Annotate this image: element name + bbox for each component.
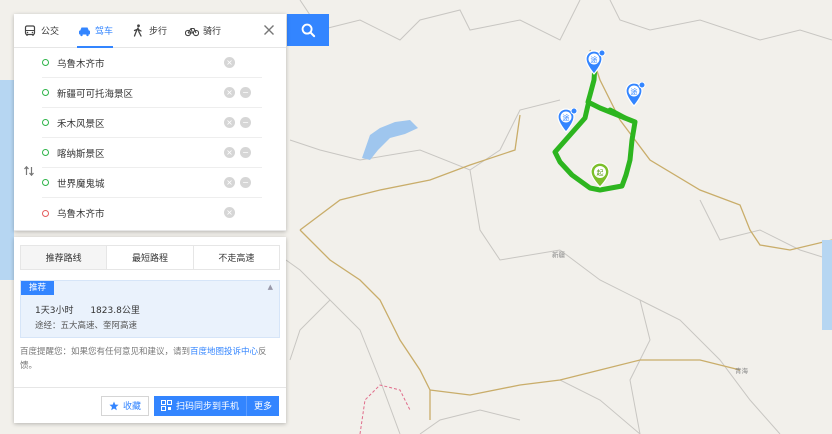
close-button[interactable] xyxy=(262,23,276,37)
via-dot-icon xyxy=(42,119,49,126)
via-dot-icon xyxy=(42,89,49,96)
route-duration: 1天3小时 xyxy=(35,306,74,316)
clear-via-3-button[interactable]: × xyxy=(224,147,235,158)
via-input-2[interactable] xyxy=(57,117,217,128)
tab-shortest[interactable]: 最短路程 xyxy=(107,246,194,269)
close-icon xyxy=(264,25,274,35)
waypoint-via-1: × − xyxy=(42,78,262,108)
map-label-xinjiang: 新疆 xyxy=(552,251,565,259)
route-via-roads: 途经：五大高速、奎阿高速 xyxy=(35,321,138,331)
favorite-label: 收藏 xyxy=(122,402,141,412)
mode-bus[interactable]: 公交 xyxy=(14,14,68,48)
mode-car-label: 驾车 xyxy=(95,27,114,37)
sync-label: 扫码同步到手机 xyxy=(175,402,239,412)
clear-via-2-button[interactable]: × xyxy=(224,117,235,128)
route-summary: 1天3小时 1823.8公里 xyxy=(35,303,154,316)
more-button[interactable]: 更多 xyxy=(245,395,279,416)
swap-icon xyxy=(24,165,34,177)
star-icon xyxy=(109,401,119,410)
route-results-panel: 推荐路线 最短路程 不走高速 推荐 ▲ 1天3小时 1823.8公里 途经：五大… xyxy=(14,237,286,423)
route-distance: 1823.8公里 xyxy=(90,306,140,316)
remove-via-2-button[interactable]: − xyxy=(240,117,251,128)
sync-to-phone-button[interactable]: 扫码同步到手机 xyxy=(153,395,246,416)
route-option-tabs: 推荐路线 最短路程 不走高速 xyxy=(20,245,280,270)
swap-button[interactable] xyxy=(22,164,36,178)
mode-bus-label: 公交 xyxy=(41,27,60,37)
mode-walk[interactable]: 步行 xyxy=(122,14,176,48)
tab-no-highway[interactable]: 不走高速 xyxy=(193,246,279,269)
recommended-badge: 推荐 xyxy=(21,281,55,295)
route-panel: 公交 驾车 步行 骑行 乌鲁木齐市 × 新疆可可托海景区 × − 禾木风景区 ×… xyxy=(14,14,286,231)
mode-walk-label: 步行 xyxy=(149,27,168,37)
start-input[interactable] xyxy=(57,57,217,68)
via-input-1[interactable] xyxy=(57,87,217,98)
start-marker-text: 起 xyxy=(597,169,604,177)
end-dot-icon xyxy=(42,209,49,217)
clear-end-button[interactable]: × xyxy=(224,207,235,218)
via-input-4[interactable] xyxy=(57,177,217,188)
via-dot-icon xyxy=(42,149,49,156)
action-bar: 收藏 扫码同步到手机 更多 xyxy=(14,387,286,423)
feedback-tip: 百度提醒您：如果您有任何意见和建议，请到百度地图投诉中心反馈。 xyxy=(20,345,282,373)
collapse-caret-icon[interactable]: ▲ xyxy=(268,283,273,291)
search-icon xyxy=(301,23,315,37)
mode-bike[interactable]: 骑行 xyxy=(176,14,230,48)
tab-recommended[interactable]: 推荐路线 xyxy=(21,246,108,269)
via-marker-text: 途 xyxy=(591,55,598,64)
bike-icon xyxy=(185,24,200,38)
via-marker-text: 途 xyxy=(563,113,570,122)
waypoint-via-2: × − xyxy=(42,108,262,138)
via-input-3[interactable] xyxy=(57,147,217,158)
search-button[interactable] xyxy=(287,14,329,46)
remove-via-1-button[interactable]: − xyxy=(240,87,251,98)
bus-icon xyxy=(23,24,37,38)
waypoint-list: × × − × − × − × − × xyxy=(14,48,286,231)
start-marker[interactable]: 起 xyxy=(590,162,612,188)
clear-via-1-button[interactable]: × xyxy=(224,87,235,98)
complaint-center-link[interactable]: 百度地图投诉中心 xyxy=(190,347,258,357)
via-dot-icon xyxy=(42,179,49,186)
mode-car[interactable]: 驾车 xyxy=(68,14,122,48)
end-input[interactable] xyxy=(57,207,217,219)
remove-via-4-button[interactable]: − xyxy=(240,177,251,188)
clear-via-4-button[interactable]: × xyxy=(224,177,235,188)
favorite-button[interactable]: 收藏 xyxy=(100,395,149,416)
car-icon xyxy=(77,24,91,38)
travel-mode-tabs: 公交 驾车 步行 骑行 xyxy=(14,14,286,48)
route-card[interactable]: 推荐 ▲ 1天3小时 1823.8公里 途经：五大高速、奎阿高速 xyxy=(20,280,280,338)
map-label-qinghai: 青海 xyxy=(735,367,748,375)
mode-bike-label: 骑行 xyxy=(203,27,222,37)
waypoint-start: × xyxy=(42,48,262,78)
remove-via-3-button[interactable]: − xyxy=(240,147,251,158)
via-marker-3[interactable]: 途 xyxy=(557,108,581,134)
via-marker-1[interactable]: 途 xyxy=(585,50,609,76)
via-marker-text: 途 xyxy=(631,87,638,96)
qr-code-icon xyxy=(160,400,172,411)
tip-prefix: 百度提醒您：如果您有任何意见和建议，请到 xyxy=(20,347,191,357)
walk-icon xyxy=(131,24,145,38)
waypoint-via-3: × − xyxy=(42,138,262,168)
clear-start-button[interactable]: × xyxy=(224,57,235,68)
waypoint-via-4: × − xyxy=(42,168,262,198)
via-marker-2[interactable]: 途 xyxy=(625,82,649,108)
waypoint-end: × xyxy=(42,198,262,228)
start-dot-icon xyxy=(42,59,49,66)
